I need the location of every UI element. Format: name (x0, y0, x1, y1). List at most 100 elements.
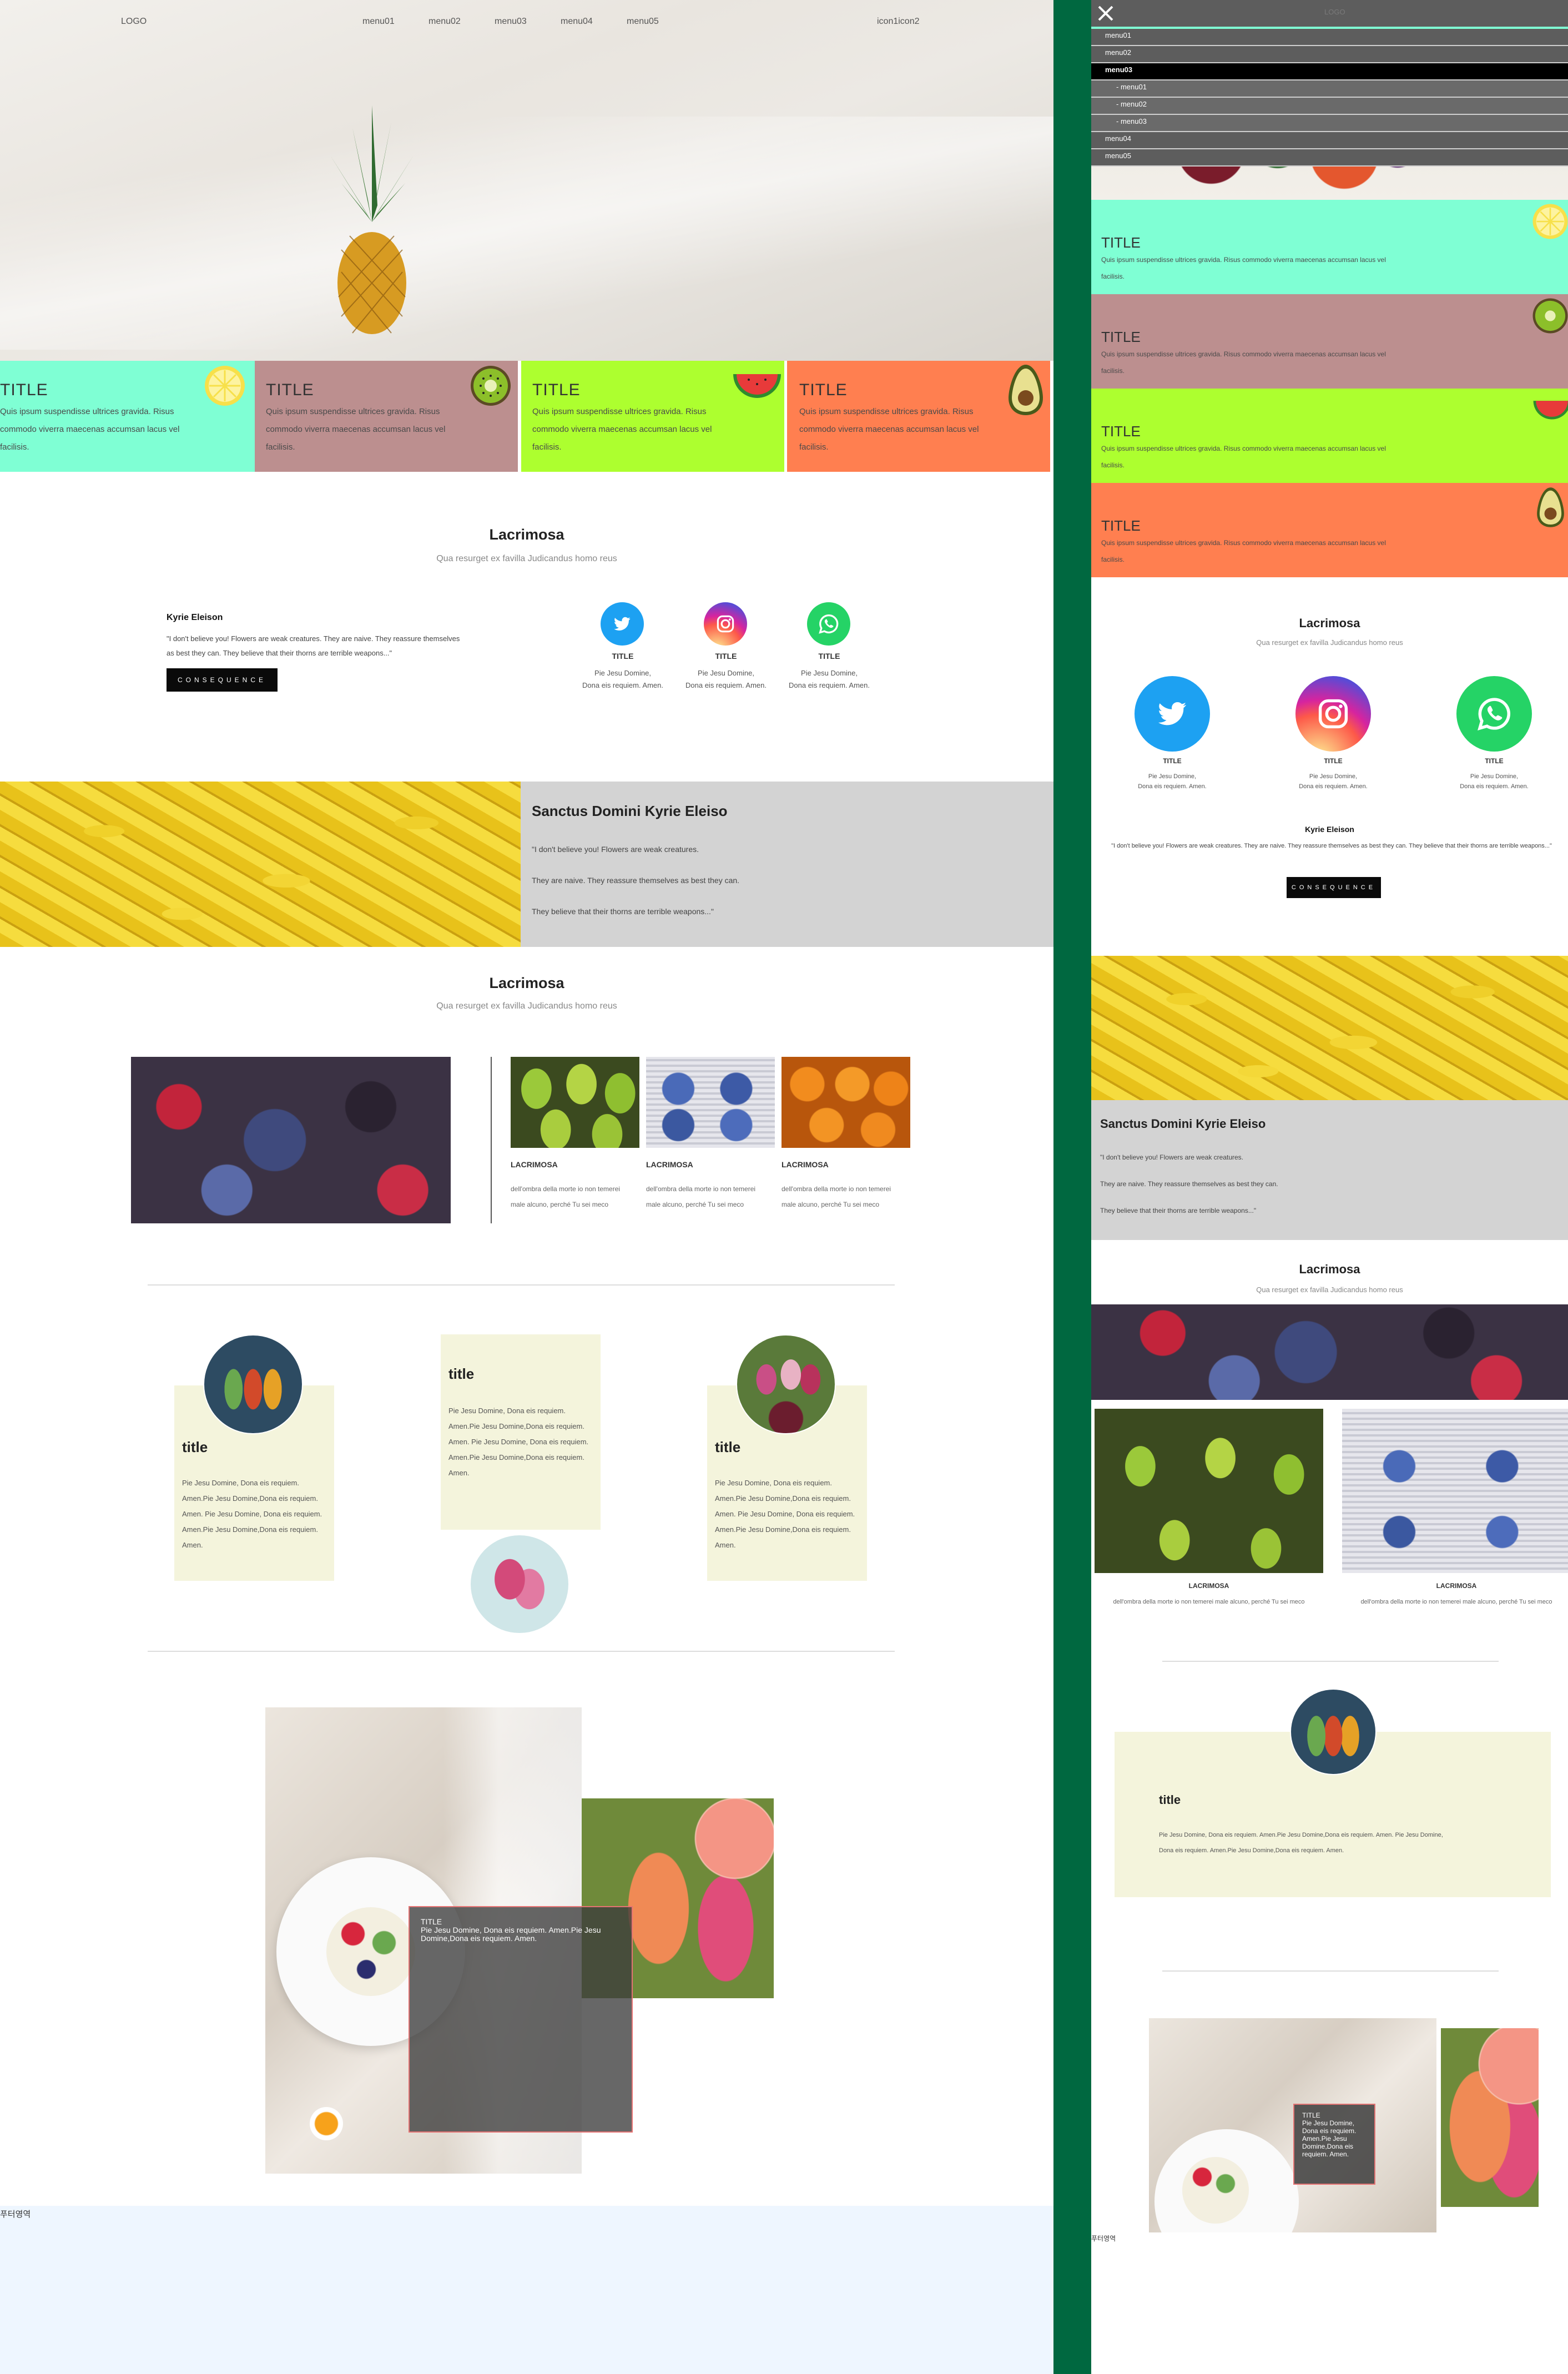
submenu-item[interactable]: - menu03 (1091, 115, 1568, 132)
berries-image (1091, 1304, 1568, 1400)
menu-item[interactable]: menu02 (1091, 46, 1568, 63)
top-nav: LOGO menu01 menu02 menu03 menu04 menu05 … (0, 0, 1053, 44)
menu-item[interactable]: menu01 (1091, 29, 1568, 46)
lemon-icon (1532, 204, 1568, 239)
title-card-heading: title (715, 1439, 741, 1455)
title-card-heading: title (1159, 1793, 1181, 1807)
overlay-box[interactable]: TITLE Pie Jesu Domine, Dona eis requiem.… (1293, 2104, 1375, 2185)
item-label: LACRIMOSA (1188, 1582, 1229, 1590)
hero-wave (0, 117, 1053, 350)
banana-title: Sanctus Domini Kyrie Eleiso (532, 803, 728, 819)
quote-text: "I don't believe you! Flowers are weak c… (1111, 843, 1552, 849)
mobile-section1-subtitle: Qua resurget ex favilla Judicandus homo … (1256, 638, 1403, 647)
nav-menu04[interactable]: menu04 (561, 17, 593, 27)
submenu-item[interactable]: - menu02 (1091, 98, 1568, 115)
social-text: Pie Jesu Domine, Dona eis requiem. Amen. (1138, 773, 1207, 790)
mobile-logo[interactable]: LOGO (1324, 8, 1345, 16)
social-title: TITLE (612, 652, 634, 661)
card-lemon[interactable]: TITLE Quis ipsum suspendisse ultrices gr… (0, 361, 263, 472)
card-avocado[interactable]: TITLE Quis ipsum suspendisse ultrices gr… (787, 361, 1050, 472)
mobile-card-lemon[interactable]: TITLE Quis ipsum suspendisse ultrices gr… (1091, 200, 1568, 294)
card-text: Quis ipsum suspendisse ultrices gravida.… (1101, 445, 1386, 469)
whatsapp-icon[interactable] (1456, 676, 1532, 752)
consequence-button[interactable]: CONSEQUENCE (167, 668, 278, 692)
footer-label: 푸터영역 (1091, 2235, 1116, 2242)
whatsapp-icon[interactable] (807, 602, 850, 646)
banana-line: They believe that their thorns are terri… (1100, 1207, 1257, 1214)
social-title: TITLE (818, 652, 840, 661)
instagram-icon[interactable] (704, 602, 747, 646)
twitter-icon[interactable] (1135, 676, 1210, 752)
social-text: Pie Jesu Domine, Dona eis requiem. Amen. (789, 669, 870, 689)
item-label: LACRIMOSA (782, 1160, 829, 1169)
divider (148, 1651, 895, 1652)
card-text: Quis ipsum suspendisse ultrices gravida.… (1101, 350, 1386, 375)
consequence-button[interactable]: CONSEQUENCE (1287, 877, 1381, 898)
social-title: TITLE (1163, 757, 1182, 765)
close-icon[interactable] (1096, 3, 1116, 23)
banana-image (0, 782, 521, 947)
twitter-icon[interactable] (601, 602, 644, 646)
logo[interactable]: LOGO (121, 17, 147, 27)
menu-item[interactable]: menu05 (1091, 149, 1568, 167)
banana-textbox: Sanctus Domini Kyrie Eleiso "I don't bel… (1091, 1100, 1568, 1240)
banana-line: They are naive. They reassure themselves… (1100, 1180, 1278, 1188)
footer: 푸터영역 (1091, 2232, 1568, 2374)
submenu-item[interactable]: - menu01 (1091, 80, 1568, 98)
mobile-card-avocado[interactable]: TITLE Quis ipsum suspendisse ultrices gr… (1091, 483, 1568, 577)
mobile-view: LOGO menu01 menu02 menu03 - menu01 - men… (1091, 0, 1568, 2374)
social-text: Pie Jesu Domine, Dona eis requiem. Amen. (685, 669, 767, 689)
menu-item[interactable]: menu04 (1091, 132, 1568, 149)
nav-menu02[interactable]: menu02 (428, 17, 461, 27)
overlay-box[interactable]: TITLE Pie Jesu Domine, Dona eis requiem.… (409, 1906, 633, 2133)
overlay-title: TITLE (421, 1917, 442, 1926)
pineapple-image (330, 105, 414, 334)
pears-image[interactable] (1095, 1409, 1323, 1573)
divider (1162, 1661, 1499, 1662)
nav-menu05[interactable]: menu05 (627, 17, 659, 27)
honey-dish (310, 2107, 343, 2140)
breakfast-image (1149, 2018, 1436, 2274)
juice-image (1441, 2028, 1539, 2207)
nav-menu01[interactable]: menu01 (362, 17, 395, 27)
banana-line: "I don't believe you! Flowers are weak c… (532, 845, 699, 854)
nav-menu03[interactable]: menu03 (495, 17, 527, 27)
kiwi-icon (1532, 298, 1568, 334)
section2-subtitle: Qua resurget ex favilla Judicandus homo … (436, 1001, 617, 1011)
item-text: dell'ombra della morte io non temerei ma… (1113, 1599, 1305, 1605)
juice-circle-image (203, 1334, 303, 1434)
banana-title: Sanctus Domini Kyrie Eleiso (1100, 1117, 1266, 1131)
quote-author: Kyrie Eleison (167, 613, 223, 622)
card-title: TITLE (1101, 234, 1141, 251)
title-card-heading: title (448, 1365, 475, 1382)
avocado-icon (1537, 487, 1564, 527)
pears-image[interactable] (511, 1057, 639, 1148)
card-watermelon[interactable]: TITLE Quis ipsum suspendisse ultrices gr… (521, 361, 784, 472)
oranges-image[interactable] (782, 1057, 910, 1148)
card-text: Quis ipsum suspendisse ultrices gravida.… (532, 407, 712, 452)
card-text: Quis ipsum suspendisse ultrices gravida.… (1101, 256, 1386, 280)
instagram-icon[interactable] (1295, 676, 1371, 752)
title-card-text: Pie Jesu Domine, Dona eis requiem. Amen.… (1159, 1832, 1443, 1854)
social-text: Pie Jesu Domine, Dona eis requiem. Amen. (1299, 773, 1368, 790)
title-card[interactable]: title Pie Jesu Domine, Dona eis requiem.… (441, 1334, 601, 1530)
section2-title: Lacrimosa (489, 975, 564, 991)
divider-bar (1053, 0, 1091, 2374)
banana-line: "I don't believe you! Flowers are weak c… (1100, 1153, 1244, 1161)
item-text: dell'ombra della morte io non temerei ma… (646, 1185, 756, 1208)
mobile-card-kiwi[interactable]: TITLE Quis ipsum suspendisse ultrices gr… (1091, 294, 1568, 389)
item-text: dell'ombra della morte io non temerei ma… (511, 1185, 621, 1208)
fruit-bowl (1182, 2157, 1249, 2224)
menu-item-active[interactable]: menu03 (1091, 63, 1568, 80)
social-title: TITLE (715, 652, 737, 661)
item-text: dell'ombra della morte io non temerei ma… (782, 1185, 891, 1208)
mobile-card-watermelon[interactable]: TITLE Quis ipsum suspendisse ultrices gr… (1091, 389, 1568, 483)
item-label: LACRIMOSA (646, 1160, 693, 1169)
nav-icons[interactable]: icon1icon2 (877, 17, 920, 27)
watermelon-icon (1533, 401, 1568, 420)
blueberries-image[interactable] (1342, 1409, 1568, 1573)
section1-title: Lacrimosa (489, 526, 564, 543)
item-text: dell'ombra della morte io non temerei ma… (1360, 1599, 1552, 1605)
blueberries-image[interactable] (646, 1057, 775, 1148)
card-kiwi[interactable]: TITLE Quis ipsum suspendisse ultrices gr… (255, 361, 518, 472)
